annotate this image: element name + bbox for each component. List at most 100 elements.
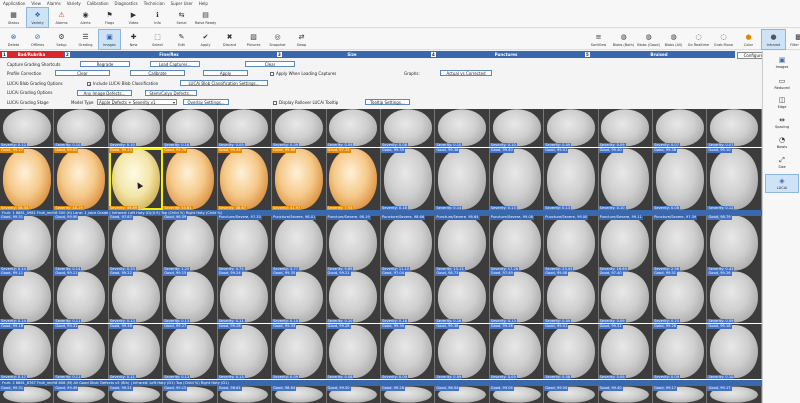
blobs-both-button[interactable]: ◍ Blobs (Both) (611, 29, 636, 50)
fruit-image-tile[interactable]: Puncture/Severe, 98.66 Severity: 11.10 (380, 215, 436, 271)
fruit-image-tile[interactable]: Good, 99.49 (54, 386, 109, 403)
blob-classification-settings-button[interactable]: LUCAi Blob Classification Settings... (180, 80, 268, 86)
menu-technician[interactable]: Technician (144, 1, 165, 6)
filter-pics-button[interactable]: ▩ Filter Pics (786, 29, 800, 50)
fruit-image-tile[interactable]: Puncture/Severe, 97.33 Severity: 4.75 (217, 215, 273, 271)
fruit-image-tile[interactable]: Good, 99.51 Severity: 0.25 (653, 271, 708, 323)
fruit-image-tile[interactable]: Good, 99.27 Severity: 0.13 (163, 324, 218, 379)
fruit-image-tile[interactable]: Severity: 0.10 (435, 109, 490, 147)
menu-super-user[interactable]: Super User (171, 1, 193, 6)
fruit-image-tile[interactable]: Good, 99.11 Severity: 0.11 (54, 271, 109, 323)
fruit-image-tile[interactable]: Good, 99.50 (326, 386, 381, 403)
section-size[interactable]: 3 Size (275, 51, 429, 58)
offlines-button[interactable]: ⊘ Offlines (26, 29, 49, 50)
fruit-image-tile[interactable]: Good, 99.40 Severity: 0.13 (489, 148, 545, 210)
select-button[interactable]: ⬚ Select (146, 29, 169, 50)
rollover-tooltip-box[interactable] (273, 100, 277, 105)
menu-view[interactable]: View (31, 1, 41, 6)
info-button[interactable]: ℹ Info (146, 7, 169, 28)
blobs-all-button[interactable]: ◍ Blobs (All) (661, 29, 686, 50)
fruit-image-tile[interactable]: Good, 97.04 Severity: 0.18 (380, 271, 436, 323)
fruit-image-tile[interactable]: Good, 99.18 Severity: 0.10 (707, 324, 762, 379)
fruit-image-tile[interactable]: Puncture/Severe, 99.11 Severity: 16.69 (598, 215, 654, 271)
fruit-image-tile[interactable]: Good, 99.44 Severity: 38.67 (217, 148, 273, 210)
menu-calibration[interactable]: Calibration (87, 1, 109, 6)
fruit-image-tile[interactable]: Good, 99.39 Severity: 0.18 (380, 148, 436, 210)
fruit-image-tile[interactable]: Good, 99.38 Severity: 0.08 (653, 148, 708, 210)
fruit-image-tile[interactable]: Good, 99.35 Severity: 0.10 (272, 271, 327, 323)
fruit-image-tile[interactable]: Severity: 0.09 (598, 109, 654, 147)
fruit-image-tile[interactable]: Good, 99.15 (163, 386, 218, 403)
section-bruised[interactable]: 5 Bruised (583, 51, 735, 58)
fruit-image-tile[interactable]: Severity: 0.07 (653, 109, 708, 147)
fruit-image-tile[interactable]: Good, 97.40 Severity: 0.09 (598, 271, 654, 323)
fruit-image-tile[interactable]: Good, 99.27 Severity: 58.34 (0, 148, 55, 210)
fruit-image-tile[interactable]: Severity: 0.09 (272, 109, 327, 147)
menu-application[interactable]: Application (3, 1, 25, 6)
fruit-image-tile[interactable]: Severity: 0.07 (707, 109, 762, 147)
menu-variety[interactable]: Variety (67, 1, 81, 6)
load-captures-button[interactable]: Load Captures... (150, 61, 200, 67)
setup-button[interactable]: ⚙ Setup (50, 29, 73, 50)
fruit-image-tile[interactable]: Good, 99.28 Severity: 0.13 (217, 324, 273, 379)
fruit-image-tile[interactable]: Good, 99.23 Severity: 49.89 (108, 148, 164, 210)
fruit-image-tile[interactable]: Good, 99.28 (380, 386, 436, 403)
actual-vs-corrected-button[interactable]: Actual vs Corrected (440, 70, 492, 76)
fruit-image-tile[interactable]: Good, 99.43 Severity: 0.09 (272, 324, 327, 379)
regrade-button[interactable]: Regrade (80, 61, 130, 67)
fruit-image-tile[interactable]: Severity: 0.10 (108, 109, 164, 147)
fruit-image-tile[interactable]: Good, 99.51 (108, 386, 164, 403)
go-realtime-button[interactable]: ◌ Go Realtime (686, 29, 711, 50)
fruit-image-tile[interactable]: Severity: 0.10 (54, 109, 109, 147)
color-button[interactable]: ● Color (736, 29, 761, 50)
alarms-button[interactable]: ⚠ Alarms (50, 7, 73, 28)
fruit-image-tile[interactable]: Good, 99.18 Severity: 0.17 (0, 324, 55, 379)
blobs-good-button[interactable]: ◍ Blobs (Good) (636, 29, 661, 50)
fruit-image-tile[interactable]: Good, 99.04 (544, 386, 599, 403)
fruit-image-tile[interactable]: Good, 99.04 (489, 386, 545, 403)
sortview-button[interactable]: ≡ SortView (586, 29, 611, 50)
fruit-image-tile[interactable]: Good, 97.12 Severity: 7.93 (326, 148, 381, 210)
images-button[interactable]: ▣ Images (98, 29, 121, 50)
sidebar-item-images[interactable]: ▣ Images (765, 53, 799, 72)
fruit-image-tile[interactable]: Good, 99.31 Severity: 0.09 (598, 324, 654, 379)
fruit-image-tile[interactable]: Severity: 0.12 (0, 109, 55, 147)
clear-captures-button[interactable]: Clear (245, 61, 295, 67)
rollover-tooltip-checkbox[interactable]: Display Rollover LUCAi Tooltip (273, 100, 338, 105)
apply-when-loading-checkbox[interactable]: Apply When Loading Captures (270, 71, 336, 76)
fruit-image-tile[interactable]: Good, 99.41 Severity: 0.13 (544, 148, 599, 210)
fruit-image-tile[interactable]: Good, 99.60 Severity: 41.97 (272, 148, 327, 210)
fruit-image-tile[interactable]: Good, 99.15 Severity: 0.13 (163, 271, 218, 323)
serial-button[interactable]: ⇆ Serial (170, 7, 193, 28)
fruit-image-tile[interactable]: Puncture/Severe, 97.39 Severity: 2.96 (653, 215, 708, 271)
fruit-image-tile[interactable]: Good, 99.90 Severity: 0.14 (54, 215, 109, 271)
fruit-image-tile[interactable]: Good, 99.51 Severity: 0.14 (0, 215, 55, 271)
sidebar-item-lucai[interactable]: ◈ LUCAi (765, 174, 799, 193)
status-button[interactable]: ▦ Status (2, 7, 25, 28)
discard-button[interactable]: ✖ Discard (218, 29, 241, 50)
grading-button[interactable]: ☰ Grading (74, 29, 97, 50)
menu-alarms[interactable]: Alarms (47, 1, 61, 6)
sidebar-item-edge[interactable]: ◫ Edge (765, 93, 799, 112)
fruit-image-tile[interactable]: Puncture/Severe, 98.64 Severity: 13.13 (435, 215, 490, 271)
menu-diagnostics[interactable]: Diagnostics (115, 1, 138, 6)
model-type-select[interactable]: Apple Defects + Severity v1 ▾ (97, 99, 177, 105)
fruit-image-tile[interactable]: Good, 99.26 Severity: 0.09 (707, 271, 762, 323)
fruit-image-tile[interactable]: Severity: 0.16 (163, 109, 218, 147)
fruit-image-tile[interactable]: Good, 99.08 Severity: 0.09 (544, 271, 599, 323)
fruit-image-tile[interactable]: Good, 99.11 Severity: 0.14 (0, 271, 55, 323)
new-button[interactable]: ✚ New (122, 29, 145, 50)
variety-button[interactable]: ❖ Variety (26, 7, 49, 28)
apply-button[interactable]: ✔ Apply (194, 29, 217, 50)
video-button[interactable]: ▶ Video (122, 7, 145, 28)
edit-button[interactable]: ✎ Edit (170, 29, 193, 50)
fruit-image-tile[interactable]: Good, 99.17 (707, 386, 762, 403)
pictures-button[interactable]: ▧ Pictures (242, 29, 265, 50)
menu-help[interactable]: Help (199, 1, 208, 6)
include-blob-classification-checkbox[interactable]: ✓ Include LUCAi Blob Classification (87, 81, 158, 86)
stem-calyx-defects-button[interactable]: Stem/Calyx Defects... (145, 90, 197, 96)
fruit-image-tile[interactable]: Good, 99.34 Severity: 0.09 (380, 324, 436, 379)
fruit-image-tile[interactable]: Good, 99.22 Severity: 0.13 (108, 271, 164, 323)
fruit-image-tile[interactable]: Good, 99.70 Severity: 53.61 (163, 148, 218, 210)
fruit-image-tile[interactable]: Good, 99.31 Severity: 0.11 (54, 324, 109, 379)
